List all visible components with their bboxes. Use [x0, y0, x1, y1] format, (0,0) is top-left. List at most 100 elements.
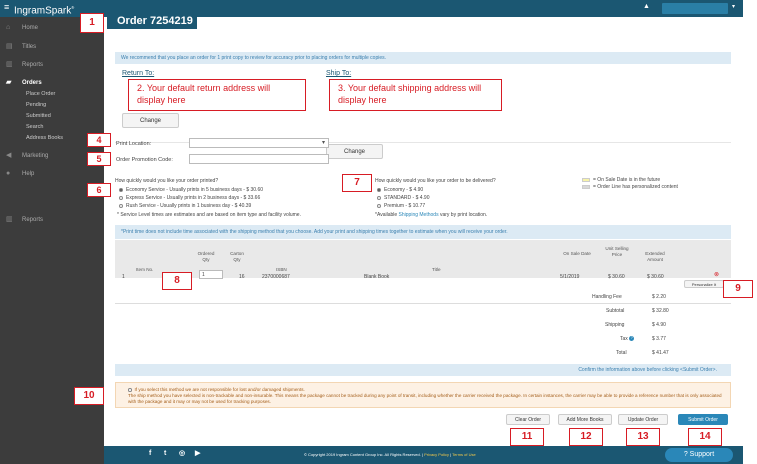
- privacy-policy-link[interactable]: Privacy Policy: [424, 452, 449, 457]
- callout-9: 9: [723, 280, 753, 298]
- promo-code-label: Order Promotion Code:: [116, 157, 173, 163]
- print-option-label: Rush Service - Usually prints in 1 busin…: [126, 203, 252, 209]
- sidebar-item-orders[interactable]: ▰ Orders: [0, 76, 104, 90]
- print-option[interactable]: Economy Service - Usually prints in 5 bu…: [119, 186, 263, 194]
- sidebar-item-titles[interactable]: ▤ Titles: [0, 40, 104, 54]
- account-menu[interactable]: [662, 3, 728, 14]
- terms-of-use-link[interactable]: Terms of Use: [452, 452, 476, 457]
- quantity-input[interactable]: 1: [199, 270, 223, 279]
- sidebar-sub-search[interactable]: Search: [26, 122, 43, 132]
- confirm-banner: Confirm the information above before cli…: [115, 364, 731, 376]
- callout-7: 7: [342, 174, 372, 192]
- legend-label: = Order Line has personalized content: [593, 184, 678, 190]
- print-service-footnote: * Service Level times are estimates and …: [117, 212, 301, 218]
- shipping-address-callout: 3. Your default shipping address will di…: [329, 79, 502, 111]
- tax-label: Tax: [620, 336, 628, 342]
- print-option[interactable]: Express Service - Usually prints in 2 bu…: [119, 194, 263, 202]
- row-unit-price: $ 30.60: [608, 274, 625, 280]
- radio[interactable]: [119, 203, 123, 208]
- sidebar-sub-submitted[interactable]: Submitted: [26, 111, 51, 121]
- twitter-icon[interactable]: t: [164, 449, 166, 459]
- callout-6: 6: [87, 183, 111, 197]
- bell-icon[interactable]: ▲: [643, 3, 650, 10]
- total-value: $ 41.47: [652, 350, 669, 356]
- legend-item-future: = On Sale Date is in the future: [582, 177, 678, 184]
- hamburger-icon[interactable]: ≡: [4, 3, 9, 12]
- promo-code-input[interactable]: [189, 154, 329, 164]
- total-label: Subtotal: [606, 308, 625, 314]
- sidebar-item-help[interactable]: ● Help: [0, 167, 104, 181]
- callout-1: 1: [80, 13, 104, 33]
- page-title: Order 7254219: [107, 13, 197, 29]
- radio[interactable]: [377, 203, 381, 208]
- info-icon[interactable]: ?: [629, 336, 635, 342]
- warning-checkbox[interactable]: [128, 388, 132, 392]
- brand-name: IngramSpark: [14, 5, 72, 17]
- sidebar-item-reports[interactable]: ▥ Reports: [0, 58, 104, 72]
- sidebar-sub-place-order[interactable]: Place Order: [26, 89, 55, 99]
- col-item-no: Item No.: [136, 267, 154, 272]
- instagram-icon[interactable]: ◎: [179, 449, 185, 459]
- sidebar-item-label: Marketing: [22, 153, 49, 159]
- sidebar-sub-address-books[interactable]: Address Books: [26, 133, 63, 143]
- personalize-button[interactable]: Personalize It: [684, 280, 724, 288]
- update-order-button[interactable]: Update Order: [618, 414, 668, 425]
- radio[interactable]: [119, 195, 123, 200]
- delete-icon[interactable]: ⊗: [714, 271, 719, 278]
- chevron-down-icon[interactable]: ▾: [732, 3, 735, 10]
- total-value: $ 3.77: [652, 336, 666, 342]
- print-option[interactable]: Rush Service - Usually prints in 1 busin…: [119, 202, 263, 210]
- total-label: Tax ?: [620, 336, 635, 342]
- row-carton: 16: [239, 274, 245, 280]
- home-icon: ⌂: [6, 24, 11, 31]
- ship-change-button[interactable]: Change: [326, 144, 383, 159]
- total-value: $ 32.80: [652, 308, 669, 314]
- report-icon: ▥: [6, 216, 13, 223]
- delivery-option[interactable]: Economy - $ 4.90: [377, 186, 429, 194]
- print-option-label: Express Service - Usually prints in 2 bu…: [126, 195, 261, 201]
- col-extended: Extended Amount: [645, 251, 665, 262]
- return-to-label: Return To:: [122, 70, 155, 77]
- callout-4: 4: [87, 133, 111, 147]
- legend-label: = On Sale Date is in the future: [593, 177, 661, 183]
- support-button[interactable]: ? Support: [665, 448, 733, 462]
- col-carton-qty: Carton Qty: [230, 251, 244, 262]
- print-service-question: How quickly would you like your order pr…: [115, 178, 219, 184]
- book-icon: ▤: [6, 43, 13, 50]
- row-isbn: 2370000687: [262, 274, 290, 280]
- total-label: Shipping: [605, 322, 625, 328]
- radio[interactable]: [377, 195, 381, 200]
- row-extended: $ 30.60: [647, 274, 664, 280]
- callout-5: 5: [87, 152, 111, 166]
- brand-logo[interactable]: IngramSpark®: [14, 2, 74, 17]
- print-service-options: Economy Service - Usually prints in 5 bu…: [119, 186, 263, 210]
- main-content: We recommend that you place an order for…: [74, 30, 753, 464]
- total-label: Handling Fee: [592, 294, 622, 300]
- radio-selected[interactable]: [377, 187, 381, 192]
- print-location-select[interactable]: [189, 138, 329, 148]
- sidebar-item-reports-2[interactable]: ▥ Reports: [0, 213, 104, 227]
- report-icon: ▥: [6, 61, 13, 68]
- submit-order-button[interactable]: Submit Order: [678, 414, 728, 425]
- facebook-icon[interactable]: f: [149, 449, 151, 459]
- brand-mark: ®: [71, 5, 75, 10]
- clear-order-button[interactable]: Clear Order: [506, 414, 550, 425]
- return-change-button[interactable]: Change: [122, 113, 179, 128]
- radio-selected[interactable]: [119, 187, 123, 192]
- copyright-text: © Copyright 2019 Ingram Content Group In…: [304, 452, 476, 457]
- add-more-books-button[interactable]: Add More Books: [558, 414, 612, 425]
- warning-detail: The ship method you have selected is non…: [128, 393, 722, 404]
- chevron-down-icon[interactable]: ▾: [322, 139, 325, 146]
- delivery-option-label: STANDARD - $ 4.90: [384, 195, 430, 201]
- sidebar-sub-pending[interactable]: Pending: [26, 100, 46, 110]
- col-ordered-qty: Ordered Qty: [197, 251, 215, 262]
- sidebar-item-label: Orders: [22, 80, 42, 86]
- support-label: Support: [689, 451, 715, 458]
- delivery-option[interactable]: Premium - $ 10.77: [377, 202, 429, 210]
- warning-text: If you select this method we are not res…: [134, 387, 305, 392]
- print-time-note: *Print time does not include time associ…: [115, 225, 731, 239]
- delivery-option[interactable]: STANDARD - $ 4.90: [377, 194, 429, 202]
- youtube-icon[interactable]: ▶: [195, 449, 200, 459]
- shipping-methods-link[interactable]: Shipping Methods: [399, 212, 439, 218]
- total-value: $ 4.90: [652, 322, 666, 328]
